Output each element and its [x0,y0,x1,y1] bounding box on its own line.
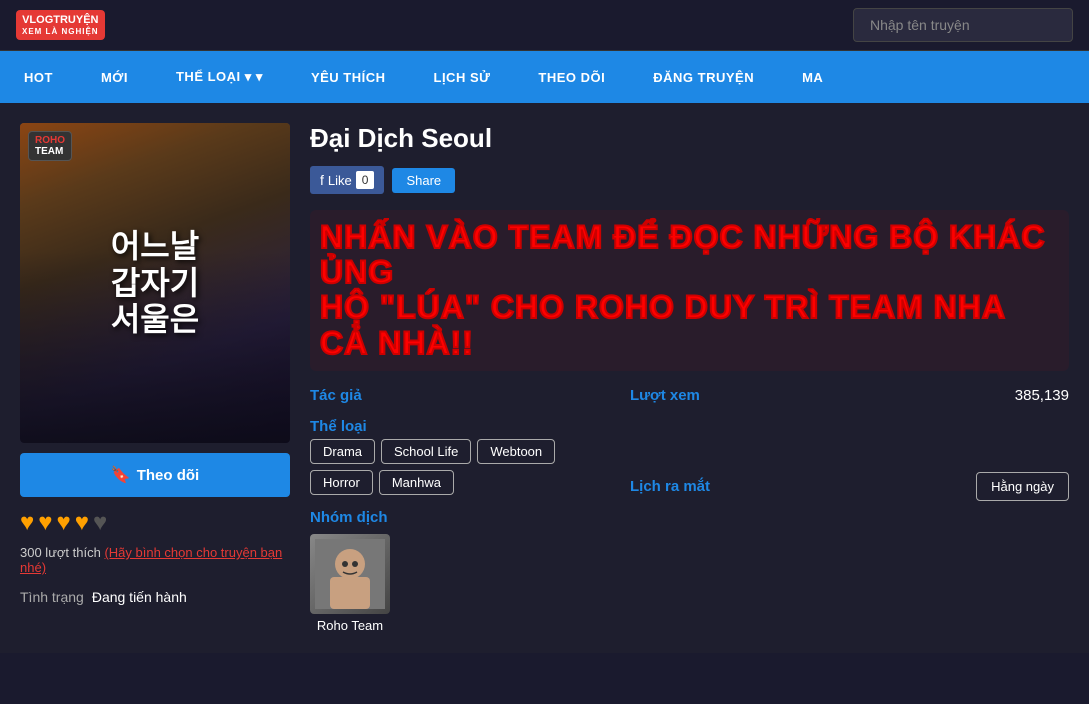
nav-item-lich-su[interactable]: LỊCH SỬ [410,52,515,103]
nav-item-theo-doi[interactable]: THEO DÕI [514,52,629,103]
status-row: Tình trạng Đang tiến hành [20,589,290,605]
lich-ra-mat-row: Lịch ra mắt Hằng ngày [630,472,1069,501]
facebook-icon: f [320,172,324,188]
cover-korean-text: 어느날갑자기서울은 [111,228,199,338]
group-avatar[interactable] [310,534,390,614]
manga-title: Đại Dịch Seoul [310,123,1069,154]
star-4[interactable]: ♥ [75,509,89,537]
social-bar: f Like 0 Share [310,166,1069,194]
star-1[interactable]: ♥ [20,509,34,537]
nav-item-the-loai[interactable]: THỂ LOẠI ▾ [152,51,287,103]
bookmark-icon: 🔖 [111,465,131,485]
nav-item-hot[interactable]: HOT [0,52,77,103]
star-2[interactable]: ♥ [38,509,52,537]
nav-item-ma[interactable]: MA [778,52,847,103]
logo-icon: VLOGTRUYỆN XEM LÀ NGHIỆN [16,10,105,41]
cover-badge: ROHOTEAM [28,131,72,161]
promo-line2: HỘ "LÚA" CHO ROHO DUY TRÌ TEAM NHA CẢ NH… [320,290,1059,360]
promo-line1: NHẤN VÀO TEAM ĐỂ ĐỌC NHỮNG BỘ KHÁC ỦNG [320,220,1059,290]
info-left: Tác giả Thể loại Drama School Life Webto… [310,387,610,633]
promo-text: NHẤN VÀO TEAM ĐỂ ĐỌC NHỮNG BỘ KHÁC ỦNG H… [310,210,1069,371]
info-section: Tác giả Thể loại Drama School Life Webto… [310,387,1069,633]
header: VLOGTRUYỆN XEM LÀ NGHIỆN [0,0,1089,51]
stars-row: ♥ ♥ ♥ ♥ ♥ [20,509,290,537]
content-area: ROHOTEAM VLOGTRUYENXEM LÀ NGHIỆN 어느날갑자기서… [0,103,1089,653]
tag-school-life[interactable]: School Life [381,439,471,464]
group-avatar-inner [310,534,390,614]
search-input[interactable] [853,8,1073,42]
logo-sub: XEM LÀ NGHIỆN [22,27,99,37]
tag-horror[interactable]: Horror [310,470,373,495]
tags-row: Drama School Life Webtoon Horror Manhwa [310,439,610,495]
schedule-button[interactable]: Hằng ngày [976,472,1069,501]
like-count: 0 [356,171,375,189]
info-right: Lượt xem 385,139 Lịch ra mắt Hằng ngày [630,387,1069,633]
spacer [630,418,1069,458]
left-column: ROHOTEAM VLOGTRUYENXEM LÀ NGHIỆN 어느날갑자기서… [20,123,290,633]
votes-text: 300 lượt thích (Hãy bình chọn cho truyện… [20,545,290,575]
group-area: Roho Team [310,534,610,633]
nav-item-dang-truyen[interactable]: ĐĂNG TRUYỆN [629,52,778,103]
luot-xem-value: 385,139 [1015,387,1069,404]
star-3[interactable]: ♥ [57,509,71,537]
star-5[interactable]: ♥ [93,509,107,537]
tac-gia-row: Tác giả [310,387,610,404]
nav-item-yeu-thich[interactable]: YÊU THÍCH [287,52,410,103]
tag-drama[interactable]: Drama [310,439,375,464]
group-name: Roho Team [310,618,390,633]
like-button[interactable]: f Like 0 [310,166,384,194]
logo-area: VLOGTRUYỆN XEM LÀ NGHIỆN [16,10,105,41]
nav-item-moi[interactable]: MỚI [77,52,152,103]
follow-button[interactable]: 🔖 Theo dõi [20,453,290,497]
group-container[interactable]: Roho Team [310,534,390,633]
right-column: Đại Dịch Seoul f Like 0 Share NHẤN VÀO T… [310,123,1069,633]
luot-xem-row: Lượt xem 385,139 [630,387,1069,404]
the-loai-row: Thể loại Drama School Life Webtoon Horro… [310,418,610,495]
tag-manhwa[interactable]: Manhwa [379,470,454,495]
logo-text: VLOGTRUYỆN [22,14,98,27]
manga-cover: ROHOTEAM VLOGTRUYENXEM LÀ NGHIỆN 어느날갑자기서… [20,123,290,443]
nhom-dich-row: Nhóm dịch [310,509,610,633]
tag-webtoon[interactable]: Webtoon [477,439,555,464]
nav: HOT MỚI THỂ LOẠI ▾ YÊU THÍCH LỊCH SỬ THE… [0,51,1089,103]
share-button[interactable]: Share [392,168,455,193]
